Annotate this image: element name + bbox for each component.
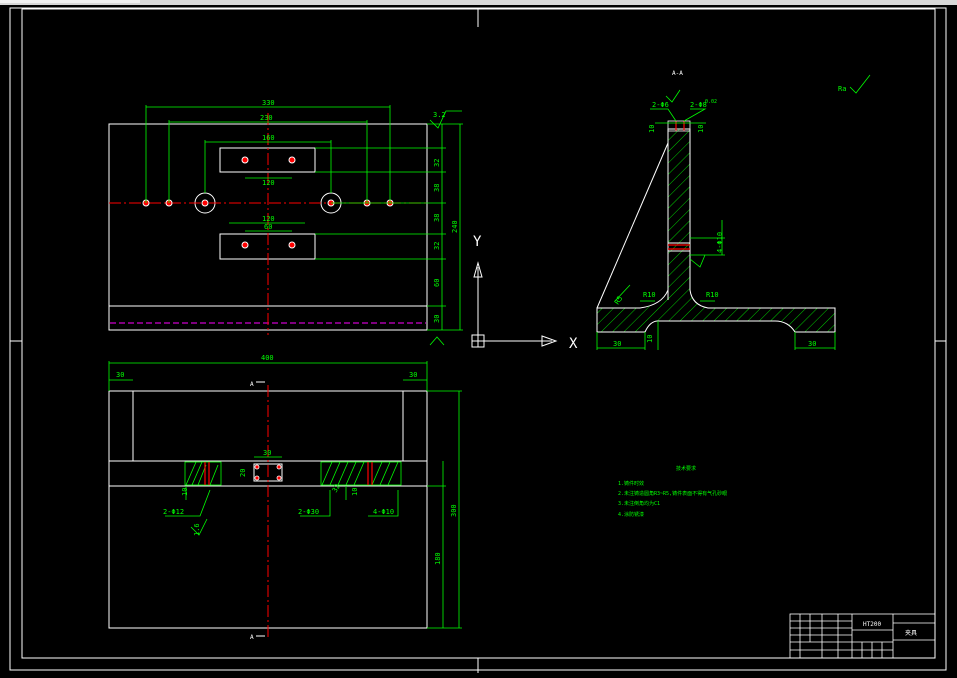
dim-30-right: 30 bbox=[433, 315, 441, 323]
dim-section-10-right: 10 bbox=[697, 125, 705, 133]
section-mark-bottom: A bbox=[250, 634, 254, 641]
dim-60-right: 60 bbox=[433, 279, 441, 287]
dim-20: 20 bbox=[239, 469, 247, 477]
dim-1-6: 1.6 bbox=[193, 523, 201, 536]
dim-4-phi10: 4-Φ10 bbox=[373, 508, 394, 516]
dim-330: 330 bbox=[262, 99, 275, 107]
dim-r10-right: R10 bbox=[706, 291, 719, 299]
cad-drawing-canvas[interactable]: 330 230 160 120 120 60 3.2 32 38 38 32 6… bbox=[0, 5, 957, 678]
dim-2-phi12: 2-Φ12 bbox=[163, 508, 184, 516]
dim-400: 400 bbox=[261, 354, 274, 362]
dim-section-10-left: 10 bbox=[648, 125, 656, 133]
note-line-1: 1.铸件时效 bbox=[618, 480, 644, 487]
window-tab[interactable] bbox=[0, 0, 140, 3]
dim-r10-left: R10 bbox=[643, 291, 656, 299]
bottom-view[interactable]: 400 30 30 30 2-Φ12 2-Φ30 4-Φ10 10 10 300… bbox=[108, 354, 462, 641]
dim-10-depth: 10 bbox=[351, 488, 359, 496]
front-view[interactable]: 330 230 160 120 120 60 3.2 32 38 38 32 6… bbox=[108, 99, 463, 346]
part-name: 夹具 bbox=[905, 629, 917, 637]
title-block[interactable]: HT200 夹具 bbox=[789, 613, 936, 659]
dim-60: 60 bbox=[264, 223, 272, 231]
dim-section-10-mid: 10 bbox=[646, 335, 654, 343]
ucs-axis-icon: Y X bbox=[471, 234, 578, 352]
dim-38a: 38 bbox=[433, 184, 441, 192]
section-view-aa[interactable]: A-A 2-Φ6 2-Φ8 0.02 4-Φ10 R10 R10 R5 30 1… bbox=[596, 70, 871, 350]
dim-32-mid: 32 bbox=[331, 483, 342, 494]
axis-y-label: Y bbox=[473, 234, 482, 250]
dim-160: 160 bbox=[262, 134, 275, 142]
dim-120-top: 120 bbox=[262, 179, 275, 187]
dim-30-center: 30 bbox=[263, 449, 271, 457]
section-mark-top: A bbox=[250, 381, 254, 388]
axis-x-label: X bbox=[569, 336, 578, 352]
dim-180: 180 bbox=[434, 552, 442, 565]
material-label: HT200 bbox=[863, 621, 881, 628]
dim-30-left: 30 bbox=[116, 371, 124, 379]
dim-32a: 32 bbox=[433, 159, 441, 167]
roughness-3-2: 3.2 bbox=[433, 111, 446, 119]
note-line-2: 2.未注铸造圆角R3~R5,铸件表面不得有气孔砂眼 bbox=[618, 490, 727, 497]
dim-2-phi6: 2-Φ6 bbox=[652, 101, 669, 109]
note-line-4: 4.涂防锈漆 bbox=[618, 511, 644, 518]
section-body bbox=[596, 128, 836, 333]
dim-300: 300 bbox=[450, 504, 458, 517]
dim-4-phi10-section: 4-Φ10 bbox=[716, 232, 724, 253]
roughness-ra: Ra bbox=[838, 85, 846, 93]
dim-120-bottom: 120 bbox=[262, 215, 275, 223]
section-title: A-A bbox=[672, 70, 683, 77]
dim-38b: 38 bbox=[433, 214, 441, 222]
dim-0-02: 0.02 bbox=[705, 99, 717, 105]
note-line-3: 3.未注倒角均为C1 bbox=[618, 500, 660, 507]
dim-230: 230 bbox=[260, 114, 273, 122]
dim-section-30-right: 30 bbox=[808, 340, 816, 348]
dim-section-30-left: 30 bbox=[613, 340, 621, 348]
dim-10-left: 10 bbox=[181, 488, 189, 496]
notes-title: 技术要求 bbox=[676, 465, 696, 472]
technical-notes: 技术要求 1.铸件时效 2.未注铸造圆角R3~R5,铸件表面不得有气孔砂眼 3.… bbox=[618, 465, 727, 518]
dim-30-right-b: 30 bbox=[409, 371, 417, 379]
dim-32b: 32 bbox=[433, 242, 441, 250]
dim-240: 240 bbox=[451, 220, 459, 233]
dim-2-phi30: 2-Φ30 bbox=[298, 508, 319, 516]
dim-r5: R5 bbox=[613, 295, 624, 307]
